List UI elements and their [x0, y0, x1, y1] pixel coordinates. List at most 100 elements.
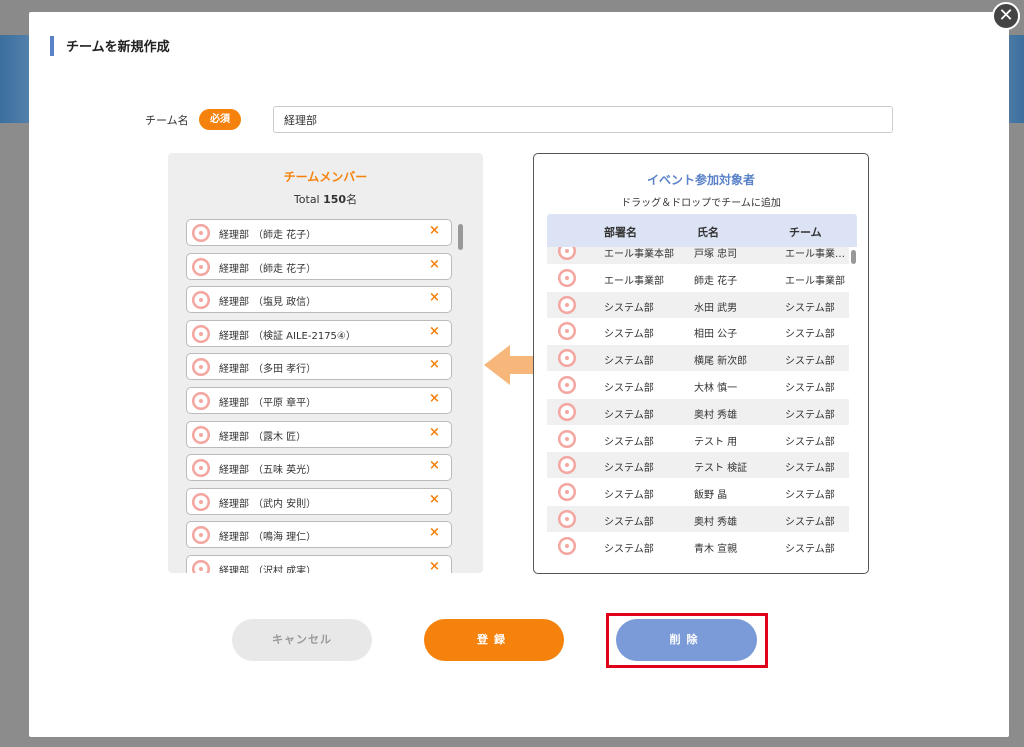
team-member-name: 経理部 （武内 安則）: [219, 495, 316, 510]
team-member-dept: 経理部: [219, 431, 249, 443]
team-name-label: チーム名: [145, 114, 189, 127]
participant-row[interactable]: システム部 奥村 秀雄 システム部: [547, 398, 849, 425]
pinwheel-avatar-icon: [192, 291, 210, 310]
team-member-name: 経理部 （師走 花子）: [219, 226, 316, 241]
column-header-dept[interactable]: 部署名: [604, 224, 637, 240]
remove-member-icon[interactable]: ×: [429, 492, 440, 507]
participant-row[interactable]: システム部 水田 武男 システム部: [547, 291, 849, 318]
member-list-scrollbar[interactable]: [458, 224, 463, 250]
participant-row[interactable]: システム部 青木 宣親 システム部: [547, 533, 849, 559]
participant-name: 大林 慎一: [694, 383, 738, 394]
participant-row[interactable]: システム部 テスト 用 システム部: [547, 426, 849, 452]
remove-member-icon[interactable]: ×: [429, 391, 440, 406]
participant-dept: システム部: [604, 517, 654, 528]
team-members-panel: チームメンバー Total 150名 経理部 （師走 花子） × 経理部 （師走 花子）…: [168, 153, 483, 573]
cancel-button[interactable]: キャンセル: [232, 619, 372, 661]
remove-member-icon[interactable]: ×: [429, 425, 440, 440]
participant-row[interactable]: システム部 大林 慎一 システム部: [547, 372, 849, 398]
participant-row[interactable]: エール事業本部 戸塚 忠司 エール事業…: [547, 247, 849, 264]
participant-row[interactable]: エール事業部 師走 花子 エール事業部: [547, 265, 849, 291]
team-member-person: （検証 AILE-2175④）: [253, 330, 356, 342]
team-member-dept: 経理部: [219, 230, 249, 241]
team-member-dept: 経理部: [219, 398, 249, 409]
participant-dept: システム部: [604, 329, 654, 341]
team-member-item[interactable]: 経理部 （露木 匠） ×: [186, 420, 452, 448]
remove-member-icon[interactable]: ×: [429, 357, 440, 372]
team-member-person: （武内 安則）: [253, 498, 317, 510]
remove-member-icon[interactable]: ×: [429, 458, 440, 473]
participant-name: 横尾 新次郎: [694, 356, 748, 368]
team-member-item[interactable]: 経理部 （師走 花子） ×: [186, 219, 452, 246]
total-prefix: Total: [293, 193, 324, 206]
remove-member-icon[interactable]: ×: [429, 290, 440, 305]
participant-row[interactable]: システム部 横尾 新次郎 システム部: [547, 345, 849, 372]
participant-row[interactable]: システム部 テスト 検証 システム部: [547, 452, 849, 479]
team-name-row: チーム名 必須: [145, 106, 895, 134]
participant-dept: システム部: [604, 490, 654, 502]
remove-member-icon[interactable]: ×: [429, 559, 440, 573]
remove-member-icon[interactable]: ×: [429, 257, 440, 272]
participant-name: 飯野 晶: [694, 490, 728, 502]
participant-name: テスト 検証: [694, 463, 748, 475]
team-member-person: （五味 英光）: [253, 465, 317, 477]
team-member-list[interactable]: 経理部 （師走 花子） × 経理部 （師走 花子） × 経理部 （塩見 政信） × 経理部 （検証 …: [186, 219, 452, 573]
pinwheel-avatar-icon: [192, 492, 210, 511]
participant-name: 奥村 秀雄: [694, 517, 738, 528]
pinwheel-avatar-icon: [558, 483, 576, 502]
participant-dept: システム部: [604, 302, 654, 314]
team-member-person: （塩見 政信）: [253, 297, 317, 309]
team-member-dept: 経理部: [219, 566, 249, 573]
pinwheel-avatar-icon: [558, 402, 576, 421]
close-icon[interactable]: ✕: [992, 2, 1020, 30]
team-member-item[interactable]: 経理部 （沢村 成実） ×: [186, 555, 452, 573]
team-member-item[interactable]: 経理部 （鳴海 理仁） ×: [186, 521, 452, 549]
team-member-item[interactable]: 経理部 （師走 花子） ×: [186, 252, 452, 280]
participant-name: 青木 宣親: [694, 543, 738, 555]
remove-member-icon[interactable]: ×: [429, 324, 440, 339]
remove-member-icon[interactable]: ×: [429, 525, 440, 540]
participant-row[interactable]: システム部 奥村 秀雄 システム部: [547, 506, 849, 532]
register-button[interactable]: 登録: [424, 619, 564, 661]
team-name-input[interactable]: [273, 106, 893, 133]
remove-member-icon[interactable]: ×: [429, 223, 440, 238]
pinwheel-avatar-icon: [558, 295, 576, 314]
participants-table-body[interactable]: エール事業本部 戸塚 忠司 エール事業… エール事業部 師走 花子 エール事業部 システム部…: [547, 247, 849, 561]
pinwheel-avatar-icon: [558, 376, 576, 394]
participant-team: システム部: [785, 409, 835, 421]
column-header-name[interactable]: 氏名: [697, 224, 719, 240]
pinwheel-avatar-icon: [558, 268, 576, 287]
participant-team: システム部: [785, 302, 835, 314]
participant-dept: エール事業部: [604, 275, 664, 287]
participant-team: システム部: [785, 383, 835, 394]
team-members-title: チームメンバー: [283, 170, 368, 184]
participant-name: テスト 用: [694, 436, 738, 448]
participant-dept: システム部: [604, 543, 654, 555]
participants-table: 部署名 氏名 チーム エール事業本部 戸塚 忠司 エール事業… エール事業部 師走 花子…: [547, 214, 857, 561]
participant-row[interactable]: システム部 相田 公子 システム部: [547, 318, 849, 344]
modal-title: チームを新規作成: [66, 40, 170, 55]
team-member-dept: 経理部: [219, 263, 249, 275]
participants-table-scrollbar[interactable]: [851, 250, 856, 264]
team-member-item[interactable]: 経理部 （多田 孝行） ×: [186, 353, 452, 381]
participant-name: 戸塚 忠司: [694, 249, 738, 260]
participant-team: システム部: [785, 463, 835, 475]
team-member-item[interactable]: 経理部 （塩見 政信） ×: [186, 286, 452, 314]
team-member-item[interactable]: 経理部 （平原 章平） ×: [186, 387, 452, 414]
pinwheel-avatar-icon: [192, 526, 210, 545]
participant-dept: エール事業本部: [604, 249, 674, 260]
participant-team: システム部: [785, 543, 835, 555]
team-member-item[interactable]: 経理部 （武内 安則） ×: [186, 487, 452, 515]
pinwheel-avatar-icon: [192, 224, 210, 242]
team-member-person: （露木 匠）: [253, 431, 307, 443]
team-member-name: 経理部 （沢村 成実）: [219, 562, 316, 573]
participant-row[interactable]: システム部 飯野 晶 システム部: [547, 479, 849, 505]
participant-name: 師走 花子: [694, 275, 738, 287]
team-member-item[interactable]: 経理部 （検証 AILE-2175④） ×: [186, 319, 452, 347]
team-member-name: 経理部 （五味 英光）: [219, 461, 316, 476]
pinwheel-avatar-icon: [192, 324, 210, 343]
column-header-team[interactable]: チーム: [789, 224, 822, 240]
team-member-item[interactable]: 経理部 （五味 英光） ×: [186, 454, 452, 482]
total-suffix: 名: [346, 193, 358, 206]
delete-highlight-box: [606, 613, 768, 668]
event-participants-subtitle: ドラッグ＆ドロップでチームに追加: [621, 198, 781, 209]
